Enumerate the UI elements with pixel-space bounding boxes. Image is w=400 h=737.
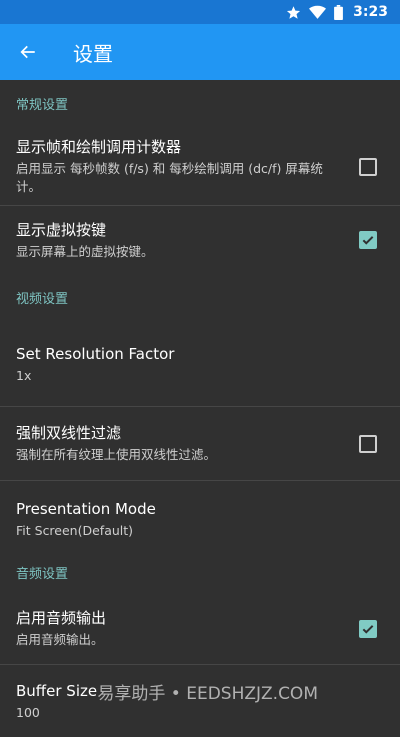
pref-title: 显示帧和绘制调用计数器 (16, 138, 182, 156)
pref-summary: Fit Screen(Default) (16, 522, 134, 538)
audio-output-checkbox[interactable] (359, 619, 377, 638)
pref-summary: 启用音频输出。 (16, 632, 104, 647)
show-fps-checkbox[interactable] (359, 157, 377, 176)
arrow-back-icon[interactable] (0, 24, 56, 80)
status-bar: 3:23 (0, 0, 400, 24)
pref-summary: 100 (16, 704, 40, 720)
pref-summary: 启用显示 每秒帧数 (f/s) 和 每秒绘制调用 (dc/f) 屏幕统计。 (16, 161, 323, 194)
virtual-keys-checkbox[interactable] (359, 231, 377, 249)
pref-title: 显示虚拟按键 (16, 220, 107, 239)
pref-title: Presentation Mode (16, 499, 156, 518)
app-bar: 设置 (0, 24, 400, 80)
pref-virtual-keys[interactable]: 显示虚拟按键 显示屏幕上的虚拟按键。 (0, 206, 400, 274)
wifi-icon (309, 5, 327, 20)
bilinear-checkbox[interactable] (359, 434, 377, 453)
status-time: 3:23 (353, 4, 388, 20)
pref-show-fps[interactable]: 显示帧和绘制调用计数器 启用显示 每秒帧数 (f/s) 和 每秒绘制调用 (dc… (0, 128, 400, 206)
pref-presentation-mode[interactable]: Presentation Mode Fit Screen(Default) (0, 481, 400, 557)
section-header-video: 视频设置 (16, 292, 69, 307)
pref-summary: 1x (16, 367, 32, 383)
page-title: 设置 (73, 41, 113, 66)
settings-list: 常规设置 显示帧和绘制调用计数器 启用显示 每秒帧数 (f/s) 和 每秒绘制调… (0, 80, 400, 737)
watermark: 易享助手 • EEDSHZJZ.COM (97, 684, 318, 704)
battery-icon (334, 4, 344, 20)
pref-title: Set Resolution Factor (16, 344, 175, 363)
pref-audio-output[interactable]: 启用音频输出 启用音频输出。 (0, 593, 400, 665)
pref-summary: 强制在所有纹理上使用双线性过滤。 (16, 447, 217, 462)
pref-bilinear[interactable]: 强制双线性过滤 强制在所有纹理上使用双线性过滤。 (0, 407, 400, 481)
pref-summary: 显示屏幕上的虚拟按键。 (16, 243, 154, 259)
pref-title: 启用音频输出 (16, 609, 107, 627)
section-header-audio: 音频设置 (16, 567, 69, 582)
star-icon (286, 5, 301, 20)
pref-title: 强制双线性过滤 (16, 424, 122, 442)
check-icon (362, 624, 374, 634)
check-icon (362, 236, 374, 245)
section-header-general: 常规设置 (16, 98, 69, 113)
pref-resolution[interactable]: Set Resolution Factor 1x (0, 322, 400, 407)
